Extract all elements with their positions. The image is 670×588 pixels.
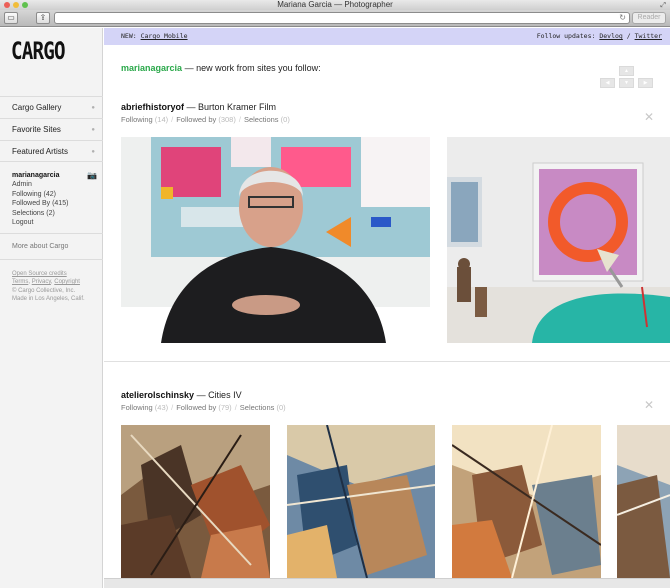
city-artwork — [617, 425, 670, 578]
close-window-button[interactable] — [4, 2, 10, 8]
city-artwork — [121, 425, 270, 578]
sidebar-item-label: Featured Artists — [12, 147, 69, 156]
sidebar-item-favorite-sites[interactable]: Favorite Sites ● — [0, 118, 103, 140]
terms-link[interactable]: Terms — [12, 279, 28, 285]
address-bar[interactable]: ↻ — [54, 12, 630, 24]
feed-heading-text: — new work from sites you follow: — [184, 63, 321, 73]
made-in-text: Made in Los Angeles, Calif. — [12, 296, 85, 303]
site-link[interactable]: atelierolschinsky — [121, 390, 194, 400]
portrait-photo — [121, 137, 430, 343]
user-link-followed-by[interactable]: Followed By (415) — [12, 199, 97, 208]
close-icon[interactable]: ✕ — [644, 110, 654, 124]
user-link-selections[interactable]: Selections (2) — [12, 209, 97, 218]
keyboard-nav-arrows: ▲ ◀ ▼ ▶ — [600, 66, 653, 90]
cargo-mobile-link[interactable]: Cargo Mobile — [141, 32, 188, 40]
user-link-following[interactable]: Following (42) — [12, 190, 97, 199]
followed-by-link[interactable]: Followed by (308) — [176, 115, 236, 124]
project-thumbnail[interactable] — [121, 137, 430, 343]
zoom-window-button[interactable] — [22, 2, 28, 8]
project-title[interactable]: — Burton Kramer Film — [187, 102, 277, 112]
close-icon[interactable]: ✕ — [644, 398, 654, 412]
chevron-right-icon: ● — [91, 105, 95, 111]
sidebar-divider — [0, 259, 103, 260]
sidebar: CARGO ϟ Cargo Gallery ● Favorite Sites ●… — [0, 28, 103, 588]
arrow-right-icon[interactable]: ▶ — [638, 78, 653, 88]
section-meta: Following (43) / Followed by (79) / Selectio… — [121, 403, 286, 412]
logo-bolt-icon: ϟ — [59, 40, 65, 51]
project-thumbnail[interactable] — [452, 425, 601, 578]
city-artwork — [452, 425, 601, 578]
city-artwork — [287, 425, 435, 578]
company-text: © Cargo Collective, Inc. — [12, 287, 76, 294]
twitter-link[interactable]: Twitter — [635, 32, 662, 40]
share-button[interactable]: ⇪ — [36, 12, 50, 24]
notice-new-label: NEW: — [121, 32, 137, 40]
notice-bar: NEW: Cargo Mobile Follow updates: Devlog… — [104, 28, 670, 45]
cargo-logo[interactable]: CARGO — [11, 37, 66, 65]
sidebar-item-label: Favorite Sites — [12, 125, 61, 134]
feed-heading: marianagarcia — new work from sites you … — [121, 63, 321, 73]
username[interactable]: marianagarcia — [12, 171, 97, 180]
section-divider — [104, 361, 670, 362]
browser-toolbar: ▭ ⇪ ↻ Reader — [0, 10, 670, 27]
reader-button[interactable]: Reader — [632, 12, 666, 24]
sidebar-toggle-button[interactable]: ▭ — [4, 12, 18, 24]
section-title: abriefhistoryof — Burton Kramer Film — [121, 102, 276, 112]
followed-by-link[interactable]: Followed by (79) — [176, 403, 231, 412]
camera-icon[interactable]: 📷 — [87, 171, 97, 180]
feed-username[interactable]: marianagarcia — [121, 63, 182, 73]
selections-link[interactable]: Selections (0) — [240, 403, 286, 412]
user-menu: marianagarcia 📷 Admin Following (42) Fol… — [12, 171, 97, 227]
arrow-left-icon[interactable]: ◀ — [600, 78, 615, 88]
privacy-link[interactable]: Privacy — [32, 279, 51, 285]
minimize-window-button[interactable] — [13, 2, 19, 8]
project-thumbnail[interactable] — [287, 425, 435, 578]
more-about-link[interactable]: More about Cargo — [12, 243, 68, 250]
arrow-up-icon[interactable]: ▲ — [619, 66, 634, 76]
project-title[interactable]: — Cities IV — [197, 390, 242, 400]
chevron-right-icon: ● — [91, 149, 95, 155]
arrow-down-icon[interactable]: ▼ — [619, 78, 634, 88]
sidebar-footer: Open Source credits Terms, Privacy, Copy… — [12, 270, 85, 303]
user-link-admin[interactable]: Admin — [12, 180, 97, 189]
horizontal-scrollbar[interactable] — [104, 578, 670, 588]
window-controls[interactable] — [4, 2, 28, 8]
copyright-link[interactable]: Copyright — [54, 279, 80, 285]
open-source-link[interactable]: Open Source credits — [12, 270, 85, 278]
window-title: Mariana Garcia — Photographer — [277, 0, 393, 9]
sidebar-divider — [0, 233, 103, 234]
section-title: atelierolschinsky — Cities IV — [121, 390, 242, 400]
follow-updates-label: Follow updates: — [536, 32, 596, 40]
sidebar-item-label: Cargo Gallery — [12, 103, 62, 112]
project-thumbnail[interactable] — [617, 425, 670, 578]
following-link[interactable]: Following (43) — [121, 403, 168, 412]
interior-photo — [447, 137, 670, 343]
reload-icon[interactable]: ↻ — [619, 13, 626, 23]
section-meta: Following (14) / Followed by (308) / Selecti… — [121, 115, 290, 124]
notice-separator: / — [626, 32, 631, 40]
project-thumbnail[interactable] — [447, 137, 670, 343]
chevron-right-icon: ● — [91, 127, 95, 133]
selections-link[interactable]: Selections (0) — [244, 115, 290, 124]
devlog-link[interactable]: Devlog — [599, 32, 622, 40]
user-link-logout[interactable]: Logout — [12, 218, 97, 227]
following-link[interactable]: Following (14) — [121, 115, 168, 124]
sidebar-item-cargo-gallery[interactable]: Cargo Gallery ● — [0, 96, 103, 118]
sidebar-item-featured-artists[interactable]: Featured Artists ● — [0, 140, 103, 162]
site-link[interactable]: abriefhistoryof — [121, 102, 184, 112]
window-titlebar: Mariana Garcia — Photographer ⤢ — [0, 0, 670, 10]
project-thumbnail[interactable] — [121, 425, 270, 578]
